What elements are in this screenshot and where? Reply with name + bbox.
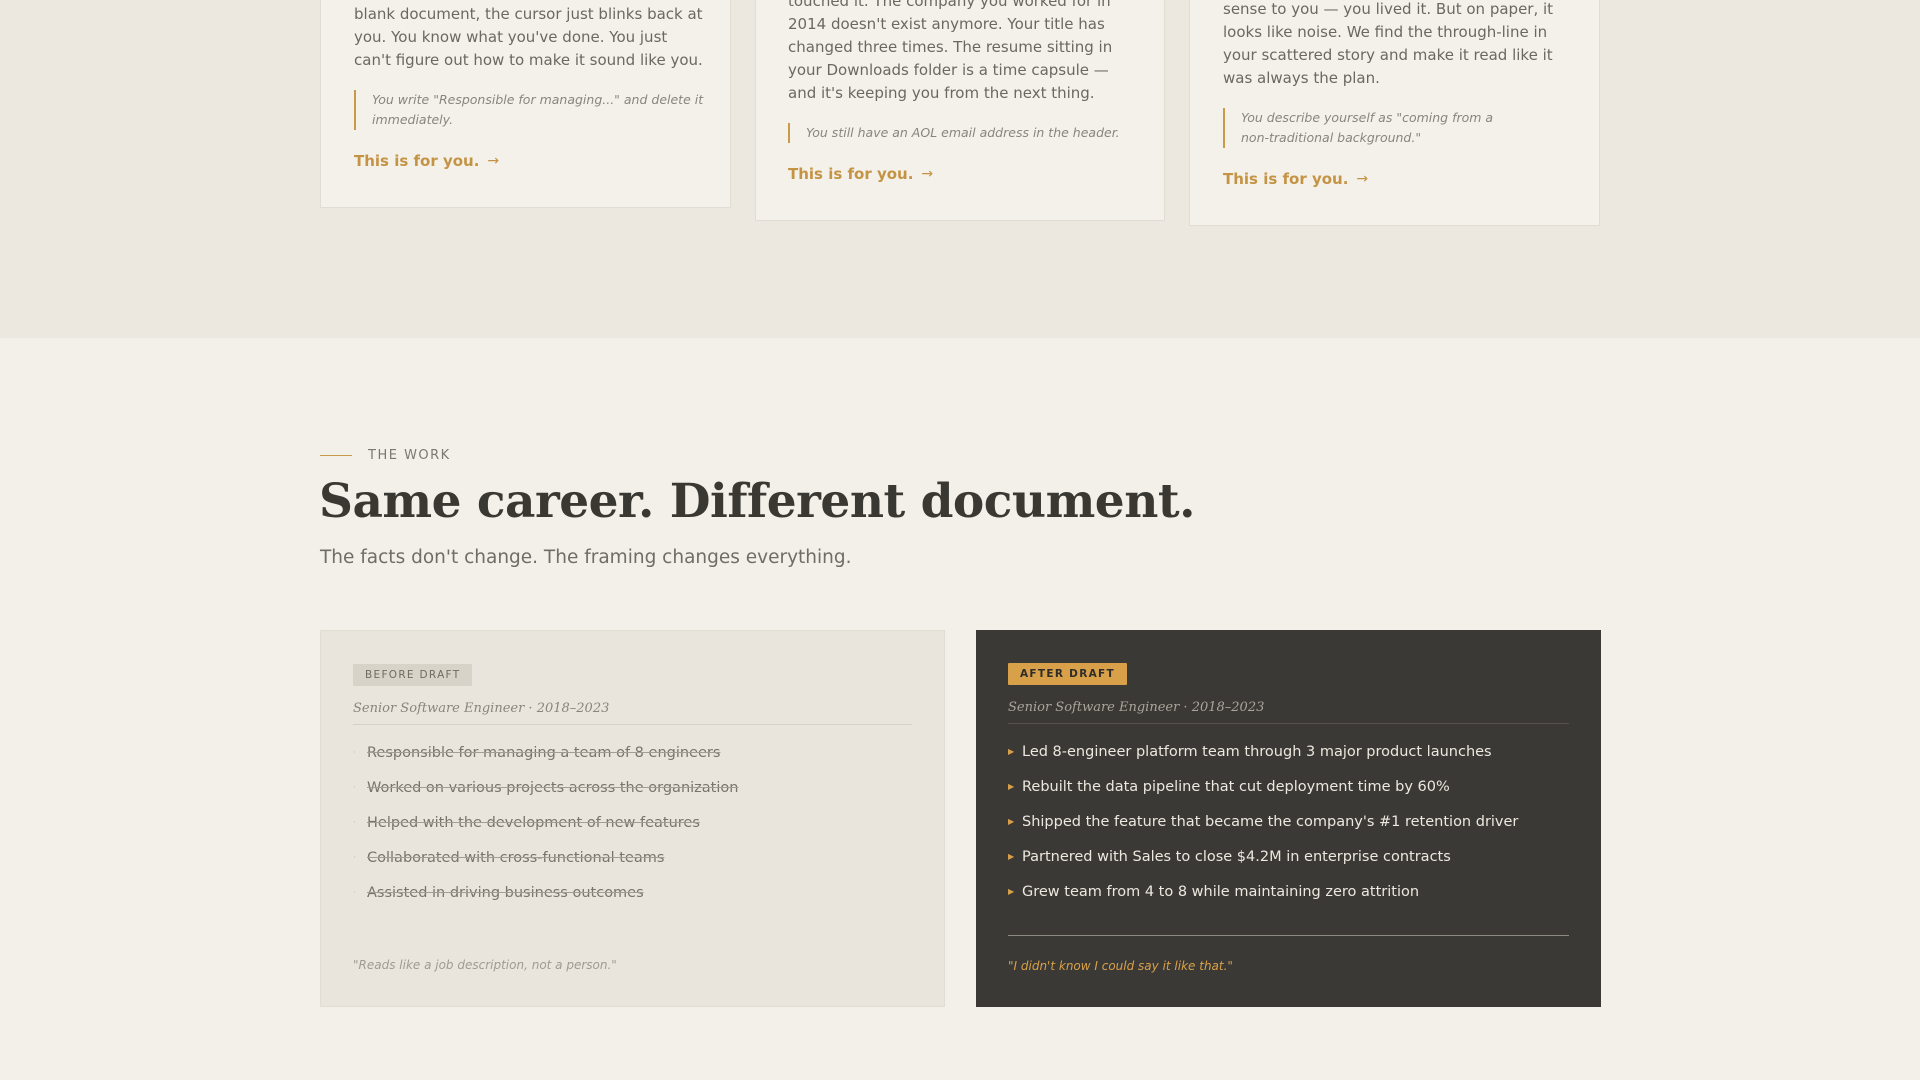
dot-icon: ·: [353, 887, 356, 898]
list-item: · Helped with the development of new feat…: [353, 814, 700, 831]
arrow-right-icon: →: [1356, 171, 1369, 187]
personas-band: blank document, the cursor just blinks b…: [0, 0, 1920, 338]
cta-label: This is for you.: [354, 152, 480, 170]
persona-quote: You write "Responsible for managing..." …: [354, 90, 704, 130]
this-is-for-you-link[interactable]: This is for you. →: [788, 165, 933, 183]
triangle-right-icon: ▶: [1008, 887, 1015, 896]
list-item: ▶ Led 8-engineer platform team through 3 …: [1008, 743, 1492, 760]
persona-description: touched it. The company you worked for i…: [788, 0, 1113, 102]
dot-icon: ·: [353, 782, 356, 793]
persona-card: sense to you — you lived it. But on pape…: [1189, 0, 1600, 226]
persona-description: blank document, the cursor just blinks b…: [354, 5, 703, 69]
persona-card: blank document, the cursor just blinks b…: [320, 0, 731, 208]
role-line: Senior Software Engineer · 2018–2023: [1008, 700, 1569, 724]
list-item: · Responsible for managing a team of 8 en…: [353, 744, 721, 761]
after-draft-badge: AFTER DRAFT: [1008, 663, 1127, 685]
list-item: ▶ Rebuilt the data pipeline that cut depl…: [1008, 778, 1450, 795]
list-item: ▶ Shipped the feature that became the com…: [1008, 813, 1519, 830]
triangle-right-icon: ▶: [1008, 817, 1015, 826]
triangle-right-icon: ▶: [1008, 852, 1015, 861]
divider: [1008, 935, 1569, 936]
persona-quote: You describe yourself as "coming from a …: [1223, 108, 1523, 148]
role-line: Senior Software Engineer · 2018–2023: [353, 701, 912, 725]
triangle-right-icon: ▶: [1008, 782, 1015, 791]
cta-label: This is for you.: [1223, 170, 1349, 188]
list-item: · Assisted in driving business outcomes: [353, 884, 644, 901]
persona-card: touched it. The company you worked for i…: [755, 0, 1165, 221]
arrow-right-icon: →: [487, 153, 500, 169]
bullet-list: ▶ Led 8-engineer platform team through 3 …: [1008, 734, 1569, 909]
section-subtitle: The facts don't change. The framing chan…: [320, 547, 852, 568]
dot-icon: ·: [353, 852, 356, 863]
list-item: · Collaborated with cross-functional team…: [353, 849, 665, 866]
dot-icon: ·: [353, 817, 356, 828]
this-is-for-you-link[interactable]: This is for you. →: [1223, 170, 1368, 188]
triangle-right-icon: ▶: [1008, 747, 1015, 756]
list-item: ▶ Partnered with Sales to close $4.2M in …: [1008, 848, 1451, 865]
cta-label: This is for you.: [788, 165, 914, 183]
this-is-for-you-link[interactable]: This is for you. →: [354, 152, 499, 170]
before-draft-badge: BEFORE DRAFT: [353, 664, 473, 686]
persona-description: sense to you — you lived it. But on pape…: [1223, 0, 1554, 87]
before-draft-panel: BEFORE DRAFT Senior Software Engineer · …: [320, 630, 945, 1007]
section-title: Same career. Different document.: [319, 474, 1195, 529]
eyebrow-label: THE WORK: [368, 448, 451, 463]
list-item: ▶ Grew team from 4 to 8 while maintaining…: [1008, 883, 1420, 900]
after-draft-panel: AFTER DRAFT Senior Software Engineer · 2…: [976, 630, 1601, 1007]
list-item: · Worked on various projects across the o…: [353, 779, 739, 796]
arrow-right-icon: →: [921, 166, 934, 182]
panel-quote: "Reads like a job description, not a per…: [353, 958, 617, 972]
persona-quote: You still have an AOL email address in t…: [788, 123, 1138, 143]
panel-quote: "I didn't know I could say it like that.…: [1008, 959, 1233, 973]
dot-icon: ·: [353, 747, 356, 758]
bullet-list: · Responsible for managing a team of 8 en…: [353, 735, 912, 910]
eyebrow-rule: [320, 455, 352, 456]
section-eyebrow: THE WORK: [320, 448, 451, 463]
